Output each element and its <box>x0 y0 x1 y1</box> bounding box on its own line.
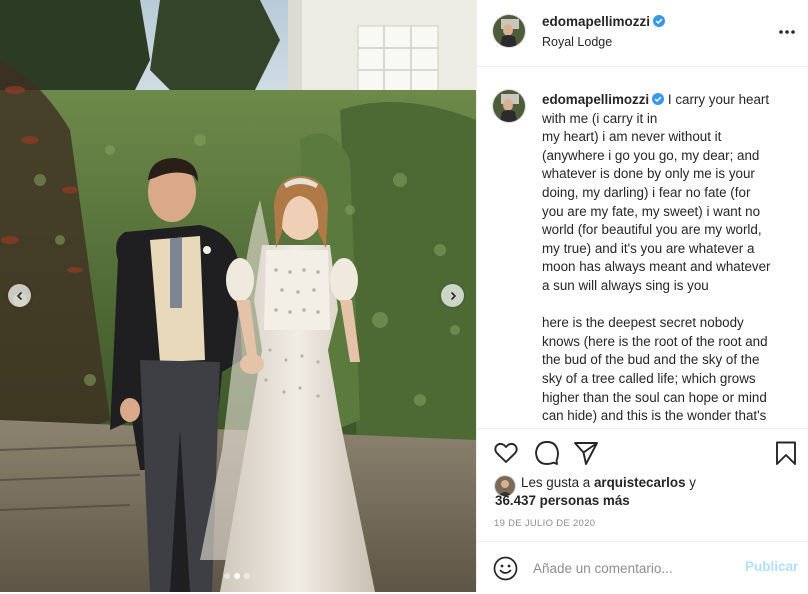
next-photo-button[interactable] <box>441 284 464 307</box>
caption-body: I carry your heart with me (i carry it i… <box>542 92 771 428</box>
carousel-dot <box>234 573 240 579</box>
avatar[interactable] <box>493 15 525 47</box>
post-date[interactable]: 19 DE JULIO DE 2020 <box>494 518 595 529</box>
verified-badge-icon <box>653 15 666 27</box>
verified-badge-icon <box>652 93 665 105</box>
more-options-icon[interactable] <box>777 24 797 40</box>
header-username[interactable]: edomapellimozzi <box>542 14 666 29</box>
comment-bubble-icon[interactable] <box>534 440 560 466</box>
carousel-dot <box>244 573 250 579</box>
likes-prefix: Les gusta a <box>521 475 594 490</box>
chevron-left-icon <box>16 291 22 300</box>
caption-username[interactable]: edomapellimozzi <box>542 92 649 107</box>
carousel-dot <box>224 573 230 579</box>
previous-photo-button[interactable] <box>8 284 31 307</box>
bookmark-icon[interactable] <box>773 440 799 466</box>
publish-button[interactable]: Publicar <box>745 559 798 574</box>
post-actions: Les gusta a arquistecarlos y 36.437 pers… <box>477 428 808 593</box>
likes-line: Les gusta a arquistecarlos y <box>521 475 696 490</box>
comment-input[interactable] <box>533 556 733 580</box>
caption-area: edomapellimozzi I carry your heart with … <box>477 67 808 428</box>
post-header: edomapellimozzi Royal Lodge <box>477 0 808 67</box>
comment-bar: Publicar <box>477 541 808 594</box>
chevron-right-icon <box>450 291 456 300</box>
wedding-photo <box>0 0 476 592</box>
likes-suffix: y <box>685 475 696 490</box>
caption-text: edomapellimozzi I carry your heart with … <box>542 91 804 428</box>
carousel-indicator <box>224 573 250 579</box>
likes-count[interactable]: 36.437 personas más <box>495 493 630 508</box>
username-link[interactable]: edomapellimozzi <box>542 14 650 29</box>
emoji-icon[interactable] <box>493 556 518 581</box>
post-panel: edomapellimozzi Royal Lodge edomapellimo… <box>476 0 808 592</box>
heart-icon[interactable] <box>493 440 519 466</box>
post-photo[interactable] <box>0 0 476 592</box>
liker-username[interactable]: arquistecarlos <box>594 475 686 490</box>
paper-plane-icon[interactable] <box>573 440 599 466</box>
location-link[interactable]: Royal Lodge <box>542 35 612 49</box>
caption-avatar[interactable] <box>493 90 525 122</box>
